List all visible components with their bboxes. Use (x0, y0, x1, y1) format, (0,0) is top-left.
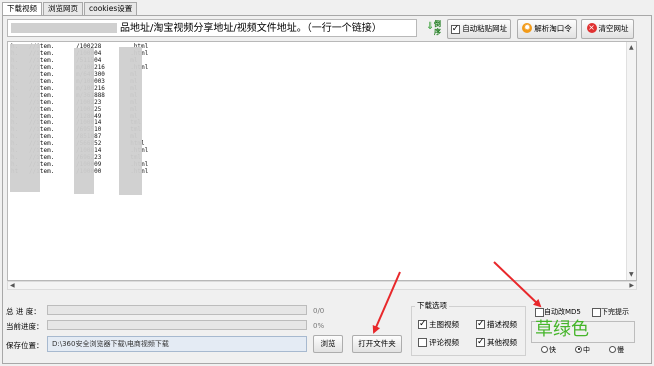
auto-paste-checkbox[interactable] (450, 23, 460, 35)
speed-medium-radio[interactable] (575, 345, 582, 353)
scroll-right-icon[interactable]: ▶ (629, 282, 634, 289)
finish-tip-checkbox[interactable] (592, 307, 601, 317)
auto-md5-label: 自动改MD5 (544, 308, 581, 316)
current-progress-label: 当前进度： (6, 322, 44, 331)
download-options-title: 下载选项 (415, 300, 449, 311)
comment-video-checkbox[interactable] (418, 337, 427, 347)
scroll-down-icon[interactable]: ▼ (629, 271, 634, 278)
save-location-label: 保存位置： (6, 341, 44, 350)
total-progress-bar (47, 305, 307, 315)
desc-video-label: 描述视频 (487, 320, 517, 329)
speed-medium-label: 中 (583, 346, 590, 354)
current-progress-bar (47, 320, 307, 330)
url-list-vertical-scrollbar[interactable]: ▲ ▼ (626, 42, 636, 280)
browse-button[interactable]: 浏览 (313, 335, 343, 353)
url-list-horizontal-scrollbar[interactable]: ◀ ▶ (7, 281, 637, 290)
sort-reverse-label: 倒序 (434, 20, 441, 36)
speed-medium-option[interactable]: 中 (575, 345, 590, 355)
parse-taokouling-button[interactable]: ✹ 解析淘口令 (517, 19, 577, 39)
clear-urls-button[interactable]: × 清空网址 (581, 19, 634, 39)
url-list[interactable]: h. //item. /100228 .htmlh. //item. /1000… (7, 41, 637, 281)
scroll-up-icon[interactable]: ▲ (629, 44, 634, 51)
total-progress-value: 0/0 (313, 307, 325, 315)
main-video-checkbox[interactable] (418, 318, 427, 330)
redacted-region (10, 44, 40, 192)
url-hint-field[interactable]: 品地址/淘宝视频分享地址/视频文件地址。（一行一个链接） (7, 19, 417, 37)
speed-slow-radio[interactable] (609, 345, 616, 353)
tab-download-video[interactable]: 下载视频 (2, 2, 42, 16)
url-hint-text: 品地址/淘宝视频分享地址/视频文件地址。（一行一个链接） (120, 23, 382, 34)
current-progress-value: 0% (313, 322, 325, 330)
auto-md5-checkbox[interactable] (535, 307, 544, 317)
option-main-video[interactable]: 主图视频 (418, 318, 459, 330)
redacted-region (119, 47, 142, 195)
scroll-left-icon[interactable]: ◀ (10, 282, 15, 289)
parse-taokouling-label: 解析淘口令 (534, 24, 572, 33)
close-icon: × (586, 23, 597, 33)
auto-paste-toggle[interactable]: 自动粘贴网址 (447, 19, 511, 39)
speed-slow-option[interactable]: 慢 (609, 345, 624, 355)
redacted-region (11, 23, 117, 33)
speed-fast-option[interactable]: 快 (541, 345, 556, 355)
option-comment-video[interactable]: 评论视频 (418, 337, 459, 348)
comment-video-label: 评论视频 (429, 338, 459, 347)
open-folder-button[interactable]: 打开文件夹 (352, 335, 402, 353)
tab-strip: 下载视频 浏览网页 cookies设置 (2, 2, 138, 16)
main-video-label: 主图视频 (429, 320, 459, 329)
redacted-region (74, 48, 94, 194)
finish-tip-option[interactable]: 下完提示 (592, 307, 629, 317)
clear-urls-label: 清空网址 (598, 24, 629, 33)
color-theme-label: 草绿色 (535, 319, 589, 340)
speed-slow-label: 慢 (617, 346, 624, 354)
save-path-field[interactable]: D:\360安全浏览器下载\电商视频下载 (47, 336, 307, 352)
option-desc-video[interactable]: 描述视频 (476, 318, 517, 330)
other-video-label: 其他视频 (487, 338, 517, 347)
finish-tip-label: 下完提示 (601, 308, 629, 316)
sort-reverse-button[interactable]: ⇓ 倒序 (423, 19, 445, 39)
download-options-group (411, 306, 526, 356)
option-other-video[interactable]: 其他视频 (476, 336, 517, 348)
total-progress-label: 总 进 度： (6, 307, 41, 316)
tab-browse-web[interactable]: 浏览网页 (43, 2, 83, 15)
desc-video-checkbox[interactable] (476, 318, 485, 330)
tab-cookies-settings[interactable]: cookies设置 (84, 2, 138, 15)
speed-fast-radio[interactable] (541, 345, 548, 353)
speed-fast-label: 快 (549, 346, 556, 354)
other-video-checkbox[interactable] (476, 336, 485, 348)
sun-icon: ✹ (522, 23, 533, 33)
auto-paste-label: 自动粘贴网址 (462, 24, 508, 33)
auto-md5-option[interactable]: 自动改MD5 (535, 307, 581, 317)
